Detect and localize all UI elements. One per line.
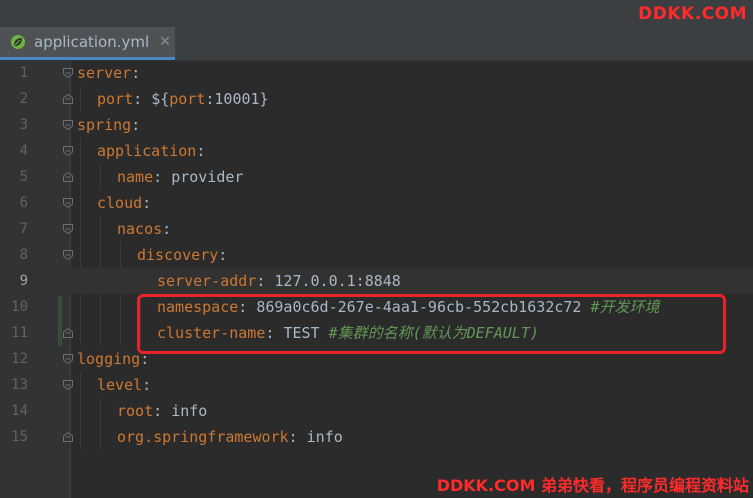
yaml-key: spring [77,116,132,134]
line-number: 1 [19,65,28,81]
code-line[interactable]: 2 port: ${port:10001} [0,86,753,112]
yaml-key: application [97,142,197,160]
fold-open-icon[interactable] [62,197,74,209]
code-line[interactable]: 7 nacos: [0,216,753,242]
yaml-value: ${ [151,90,170,108]
fold-close-icon[interactable] [62,327,74,339]
code-text: nacos: [117,216,171,242]
code-line[interactable]: 6 cloud: [0,190,753,216]
code-line[interactable]: 1 server: [0,60,753,86]
yaml-key: server [77,64,132,82]
yaml-key: cloud [97,194,143,212]
yaml-separator: : [153,402,172,420]
yaml-value: info [171,402,208,420]
yaml-separator: : [162,220,172,238]
fold-open-icon[interactable] [62,249,74,261]
code-text: application: [97,138,205,164]
code-text: level: [97,372,151,398]
yaml-key: org.springframework [117,428,289,446]
yaml-separator: : [288,428,307,446]
line-number: 5 [19,169,28,185]
fold-open-icon[interactable] [62,223,74,235]
code-line[interactable]: 15 org.springframework: info [0,424,753,450]
yaml-key: port [97,90,134,108]
code-line[interactable]: 8 discovery: [0,242,753,268]
yaml-separator: : [218,246,228,264]
line-number: 14 [11,403,28,419]
code-text: spring: [77,112,140,138]
yaml-value: :10001} [205,90,269,108]
placeholder-key: port [169,90,206,108]
spring-leaf-icon [10,34,26,50]
line-number: 15 [11,429,28,445]
close-icon[interactable]: ✕ [159,34,171,50]
yaml-key: nacos [117,220,163,238]
code-text: org.springframework: info [117,424,343,450]
fold-close-icon[interactable] [62,431,74,443]
line-number: 3 [19,117,28,133]
yaml-value: 127.0.0.1:8848 [274,272,401,290]
fold-close-icon[interactable] [62,171,74,183]
yaml-separator: : [131,116,141,134]
line-number: 4 [19,143,28,159]
editor-tab-bar: application.yml ✕ DDKK.COM [0,0,753,61]
fold-open-icon[interactable] [62,379,74,391]
fold-open-icon[interactable] [62,145,74,157]
tab-label: application.yml [34,33,150,51]
yaml-separator: : [196,142,206,160]
line-number: 13 [11,377,28,393]
highlight-box [137,294,726,354]
code-line[interactable]: 13 level: [0,372,753,398]
line-number: 9 [19,273,28,289]
code-editor[interactable]: 1 server: 2 port: ${port:10001} 3 spring: 4 app… [0,60,753,498]
code-line[interactable]: 9 server-addr: 127.0.0.1:8848 [0,268,753,294]
tab-application-yml[interactable]: application.yml ✕ [0,27,175,60]
line-number: 11 [11,325,28,341]
code-text: root: info [117,398,207,424]
yaml-separator: : [131,64,141,82]
yaml-key: level [97,376,143,394]
yaml-key: logging [77,350,141,368]
code-text: discovery: [137,242,227,268]
line-number: 12 [11,351,28,367]
yaml-key: root [117,402,154,420]
code-line[interactable]: 4 application: [0,138,753,164]
yaml-value: info [306,428,343,446]
yaml-key: discovery [137,246,219,264]
line-number: 6 [19,195,28,211]
yaml-separator: : [142,194,152,212]
fold-open-icon[interactable] [62,353,74,365]
yaml-separator: : [142,376,152,394]
code-text: name: provider [117,164,243,190]
watermark-bottom: DDKK.COM 弟弟快看，程序员编程资料站 [436,476,749,495]
yaml-key: name [117,168,154,186]
yaml-separator: : [153,168,172,186]
fold-open-icon[interactable] [62,67,74,79]
line-number: 8 [19,247,28,263]
watermark-top: DDKK.COM [638,4,747,24]
yaml-separator: : [133,90,152,108]
code-text: server: [77,60,140,86]
code-line[interactable]: 5 name: provider [0,164,753,190]
code-line[interactable]: 14 root: info [0,398,753,424]
line-number: 7 [19,221,28,237]
yaml-key: server-addr [157,272,257,290]
fold-open-icon[interactable] [62,119,74,131]
line-number: 10 [11,299,28,315]
code-text: server-addr: 127.0.0.1:8848 [157,268,401,294]
code-line[interactable]: 3 spring: [0,112,753,138]
yaml-value: provider [171,168,244,186]
code-text: port: ${port:10001} [97,86,269,112]
fold-close-icon[interactable] [62,93,74,105]
code-text: cloud: [97,190,151,216]
line-number: 2 [19,91,28,107]
yaml-separator: : [256,272,275,290]
